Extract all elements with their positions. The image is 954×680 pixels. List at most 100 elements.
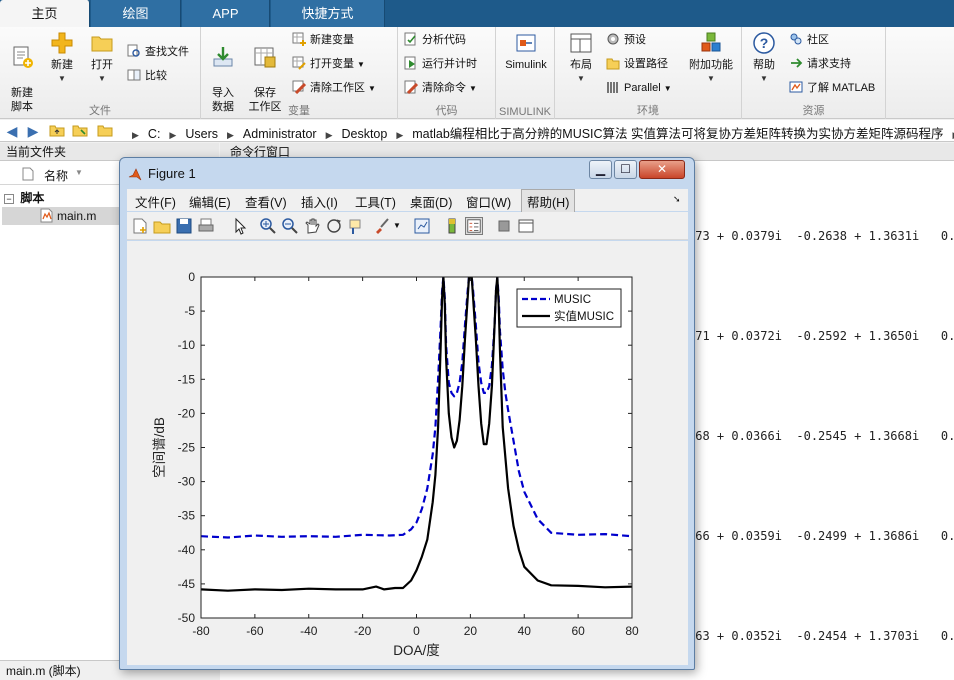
- print-icon[interactable]: [197, 217, 215, 235]
- new-variable-button[interactable]: 新建变量: [292, 31, 354, 49]
- learn-matlab-button[interactable]: 了解 MATLAB: [789, 79, 875, 97]
- toolstrip-tabs: 主页 绘图 APP 快捷方式: [0, 0, 954, 27]
- m-file-icon: [40, 208, 53, 223]
- show-tools-icon[interactable]: [517, 217, 535, 235]
- crumb-desktop[interactable]: Desktop: [341, 127, 387, 141]
- analyze-code-icon: [404, 32, 416, 46]
- crumb-drive[interactable]: C:: [148, 127, 161, 141]
- figure-menubar: 文件(F) 编辑(E) 查看(V) 插入(I) 工具(T) 桌面(D) 窗口(W…: [127, 189, 688, 214]
- import-icon: [213, 47, 233, 67]
- find-files-button[interactable]: 查找文件: [127, 43, 189, 61]
- spectrum-plot[interactable]: -80 -60 -40 -20 0 20 40 60 80 0 -5 -10 -15 -20 -25 -30 -…: [127, 241, 688, 665]
- open-label: 打开: [91, 59, 113, 71]
- colorbar-icon[interactable]: [443, 217, 461, 235]
- community-label: 社区: [807, 34, 829, 46]
- rotate-3d-icon[interactable]: [325, 217, 343, 235]
- close-button[interactable]: ✕: [639, 160, 685, 179]
- x-tick-label: -60: [246, 624, 264, 638]
- x-axis-label: DOA/度: [393, 643, 440, 658]
- chevron-down-icon: ▼: [469, 84, 477, 93]
- figure-window[interactable]: Figure 1 ▁ ☐ ✕ 文件(F) 编辑(E) 查看(V) 插入(I) 工…: [119, 157, 695, 670]
- crumb-project[interactable]: matlab编程相比于高分辨的MUSIC算法 实值算法可将复协方差矩阵转换为实协…: [412, 127, 943, 141]
- parallel-button[interactable]: Parallel ▼: [606, 79, 672, 97]
- menu-window[interactable]: 窗口(W): [466, 192, 511, 211]
- run-and-time-button[interactable]: 运行并计时: [404, 55, 477, 73]
- hide-tools-icon[interactable]: [495, 217, 513, 235]
- request-support-button[interactable]: 请求支持: [789, 55, 851, 73]
- x-tick-label: 60: [571, 624, 585, 638]
- chevron-down-icon: ▼: [577, 74, 585, 83]
- up-folder-icon[interactable]: [48, 122, 66, 140]
- forward-arrow-icon[interactable]: ▶: [24, 122, 42, 140]
- preferences-button[interactable]: 预设: [606, 31, 646, 49]
- y-tick-label: -5: [184, 304, 195, 318]
- simulink-button[interactable]: Simulink: [500, 31, 552, 72]
- open-button[interactable]: 打开 ▼: [84, 31, 120, 86]
- layout-button[interactable]: 布局 ▼: [561, 31, 601, 86]
- y-axis-label: 空间谱/dB: [152, 417, 167, 478]
- compare-button[interactable]: 比较: [127, 67, 167, 85]
- save-disk-icon[interactable]: [175, 217, 193, 235]
- simulink-icon: [516, 34, 536, 52]
- set-path-button[interactable]: 设置路径: [606, 55, 668, 73]
- chevron-down-icon[interactable]: ▼: [393, 217, 411, 235]
- community-button[interactable]: 社区: [789, 31, 829, 49]
- tab-apps[interactable]: APP: [182, 0, 270, 27]
- figure-canvas[interactable]: -80 -60 -40 -20 0 20 40 60 80 0 -5 -10 -15 -20 -25 -30 -…: [127, 241, 688, 665]
- open-variable-icon: [292, 56, 306, 70]
- tab-plots[interactable]: 绘图: [91, 0, 181, 27]
- clear-commands-button[interactable]: 清除命令 ▼: [404, 79, 477, 97]
- pan-hand-icon[interactable]: [303, 217, 321, 235]
- legend-label: MUSIC: [554, 294, 591, 306]
- variable-group-label: 变量: [288, 105, 310, 117]
- pointer-arrow-icon[interactable]: [231, 217, 249, 235]
- tab-home[interactable]: 主页: [0, 0, 90, 27]
- legend-icon[interactable]: [465, 217, 483, 235]
- link-plot-icon[interactable]: [413, 217, 431, 235]
- clear-workspace-icon: [292, 80, 306, 94]
- data-cursor-icon[interactable]: [347, 217, 365, 235]
- environment-group-label: 环境: [637, 105, 659, 117]
- figure-toolbar: ▼: [127, 212, 688, 240]
- y-tick-label: 0: [188, 270, 195, 284]
- menu-tools[interactable]: 工具(T): [355, 192, 396, 211]
- menu-file[interactable]: 文件(F): [135, 192, 176, 211]
- clear-workspace-button[interactable]: 清除工作区 ▼: [292, 79, 376, 97]
- open-variable-button[interactable]: 打开变量 ▼: [292, 55, 365, 73]
- maximize-button[interactable]: ☐: [614, 160, 637, 179]
- minimize-button[interactable]: ▁: [589, 160, 612, 179]
- new-button[interactable]: 新建 ▼: [44, 31, 80, 86]
- browse-folder-icon[interactable]: [71, 122, 89, 140]
- zoom-in-icon[interactable]: [259, 217, 277, 235]
- addons-button[interactable]: 附加功能 ▼: [685, 31, 737, 86]
- brush-icon[interactable]: [373, 217, 391, 235]
- collapse-toggle-icon[interactable]: −: [4, 193, 14, 204]
- parallel-icon: [607, 82, 618, 93]
- matlab-logo-icon: [128, 168, 142, 181]
- chevron-right-icon: ▶: [325, 130, 333, 140]
- new-plus-icon: [51, 32, 73, 54]
- new-figure-icon[interactable]: [131, 217, 149, 235]
- menu-help[interactable]: 帮助(H): [521, 189, 576, 214]
- help-button[interactable]: ? 帮助 ▼: [746, 31, 782, 86]
- output-line: 066 + 0.0359i -0.2499 + 1.3686i 0.2: [688, 529, 954, 543]
- menu-desktop[interactable]: 桌面(D): [410, 192, 452, 211]
- back-arrow-icon[interactable]: ◀: [3, 122, 21, 140]
- menu-view[interactable]: 查看(V): [245, 192, 287, 211]
- environment-group: 布局 ▼ 预设 设置路径 Parallel ▼ 附加功能 ▼ 环境: [555, 27, 742, 119]
- analyze-code-button[interactable]: 分析代码: [404, 31, 466, 49]
- dock-arrow-icon[interactable]: ➘: [673, 194, 681, 205]
- figure-titlebar[interactable]: Figure 1 ▁ ☐ ✕: [120, 158, 694, 188]
- open-file-icon[interactable]: [153, 217, 171, 235]
- chevron-down-icon: ▼: [707, 74, 715, 83]
- crumb-administrator[interactable]: Administrator: [243, 127, 317, 141]
- menu-edit[interactable]: 编辑(E): [189, 192, 231, 211]
- crumb-users[interactable]: Users: [185, 127, 218, 141]
- address-bar: ◀ ▶ ▶ C: ▶ Users ▶ Administrator ▶ Desktop ▶ matl…: [0, 120, 954, 142]
- zoom-out-icon[interactable]: [281, 217, 299, 235]
- x-tick-label: -20: [354, 624, 372, 638]
- tree-folder-scripts[interactable]: − 脚本: [4, 189, 44, 206]
- tab-shortcuts[interactable]: 快捷方式: [271, 0, 385, 27]
- menu-insert[interactable]: 插入(I): [301, 192, 338, 211]
- gear-icon: [607, 33, 619, 45]
